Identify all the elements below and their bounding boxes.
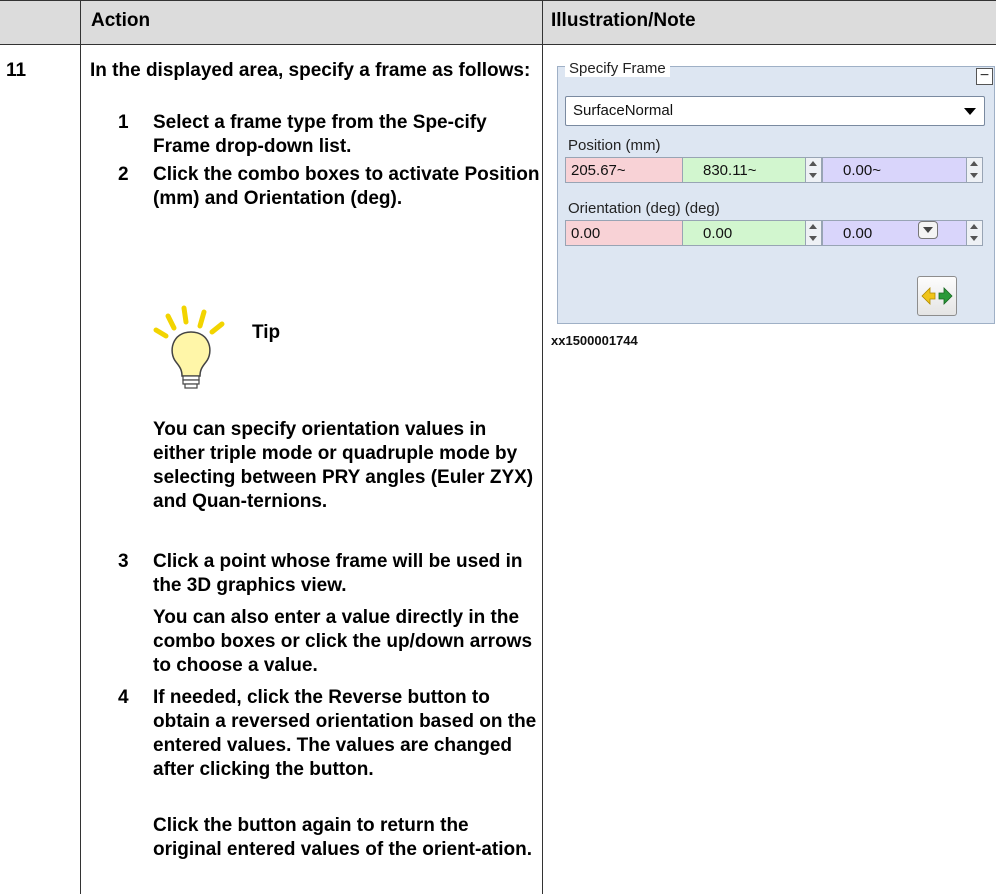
spin-buttons[interactable]	[966, 221, 982, 245]
frame-type-value: SurfaceNormal	[573, 102, 674, 119]
spin-buttons[interactable]	[805, 158, 821, 182]
position-x-field[interactable]: 205.67~	[565, 157, 699, 183]
position-z-field[interactable]: 0.00~	[822, 157, 983, 183]
list-text: Select a frame type from the Spe-cify Fr…	[153, 112, 487, 157]
list-number: 2	[118, 164, 129, 185]
lightbulb-icon	[153, 305, 225, 389]
column-divider-1	[80, 0, 81, 894]
reverse-arrows-icon	[921, 287, 953, 305]
spin-up-icon	[970, 161, 978, 166]
spin-buttons[interactable]	[966, 158, 982, 182]
frame-type-dropdown[interactable]: SurfaceNormal	[565, 96, 985, 126]
spin-up-icon	[970, 224, 978, 229]
orientation-label: Orientation (deg) (deg)	[568, 200, 720, 217]
chevron-down-icon[interactable]	[918, 221, 938, 239]
spin-up-icon	[809, 224, 817, 229]
collapse-icon[interactable]: −	[976, 68, 993, 85]
tip-body: You can specify orientation values in ei…	[153, 419, 534, 512]
list-text: Click a point whose frame will be used i…	[153, 551, 523, 596]
column-divider-2	[542, 0, 543, 894]
spin-down-icon	[809, 173, 817, 178]
item-3-note: You can also enter a value directly in t…	[153, 607, 533, 676]
list-text: Click the combo boxes to activate Positi…	[153, 164, 540, 209]
orientation-y-field[interactable]: 0.00	[682, 220, 822, 246]
list-number: 1	[118, 112, 129, 133]
step-number: 11	[6, 60, 27, 81]
panel-title: Specify Frame	[565, 60, 670, 77]
spin-down-icon	[970, 173, 978, 178]
dropdown-arrow-icon	[964, 108, 976, 115]
position-label: Position (mm)	[568, 137, 661, 154]
item-4-note: Click the button again to return the ori…	[153, 815, 532, 860]
position-y-field[interactable]: 830.11~	[682, 157, 822, 183]
list-number: 4	[118, 687, 129, 708]
spin-down-icon	[970, 236, 978, 241]
figure-caption: xx1500001744	[551, 333, 638, 348]
spin-buttons[interactable]	[805, 221, 821, 245]
illustration-column-header: Illustration/Note	[551, 10, 696, 31]
list-number: 3	[118, 551, 129, 572]
orientation-z-field[interactable]: 0.00	[822, 220, 983, 246]
step-intro: In the displayed area, specify a frame a…	[90, 60, 531, 81]
orientation-x-field[interactable]: 0.00	[565, 220, 699, 246]
reverse-button[interactable]	[917, 276, 957, 316]
list-text: If needed, click the Reverse button to o…	[153, 687, 537, 780]
tip-label: Tip	[252, 322, 281, 343]
action-column-header: Action	[91, 10, 151, 31]
table-border-top	[0, 0, 996, 1]
spin-down-icon	[809, 236, 817, 241]
header-divider	[0, 44, 996, 45]
spin-up-icon	[809, 161, 817, 166]
